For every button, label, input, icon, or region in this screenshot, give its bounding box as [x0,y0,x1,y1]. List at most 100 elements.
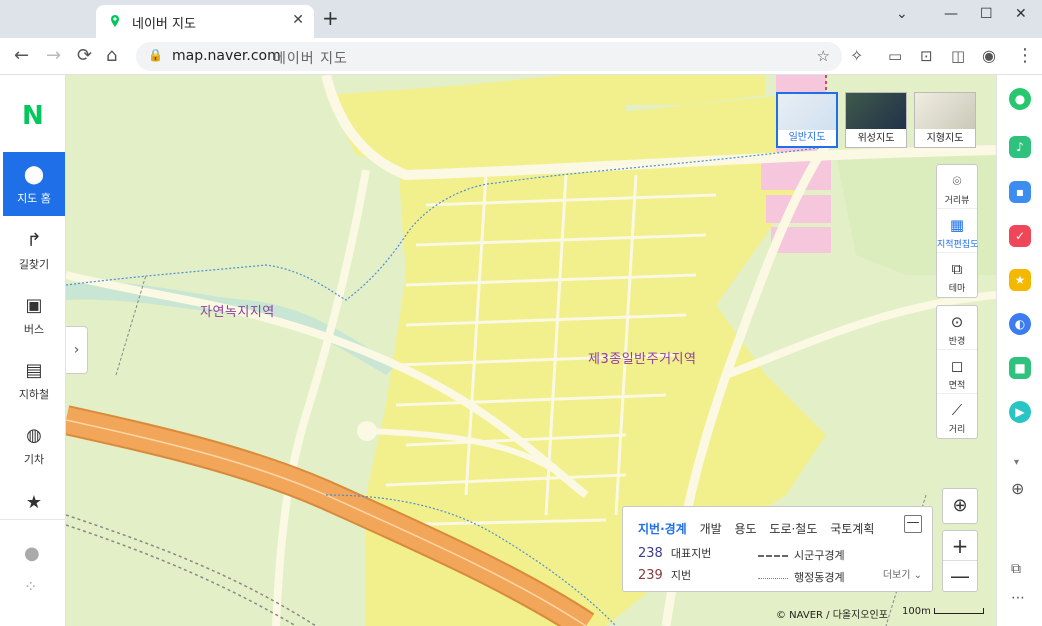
star-icon: ★ [25,492,43,513]
legend-number: 238 [638,546,663,561]
map-type-label: 위성지도 [857,133,895,144]
browser-tab[interactable]: 네이버 지도 ✕ [96,5,314,38]
nav-item-map-home[interactable]: ⬤ 지도 홈 [3,152,65,216]
map-canvas[interactable]: 자연녹지지역 제3종일반주거지역 일반지도 위성지도 지형지도 ⌾ 거리뷰 ▦ [66,75,996,626]
screenshot-icon[interactable]: ⊡ [920,46,933,66]
nav-item-favorites[interactable]: ★ [3,480,65,520]
legend-tabs: 지번·경계 개발 용도 도로·철도 국토계획 [638,520,883,537]
close-window-button[interactable]: ✕ [1015,6,1027,22]
map-attribution[interactable]: © NAVER / 다올지오인포 [776,606,888,621]
legend-tab-development[interactable]: 개발 [700,522,722,536]
tool-label: 지적편집도 [937,240,979,250]
more-options-icon[interactable]: ⋯ [1011,590,1025,606]
new-tab-button[interactable]: + [322,8,339,28]
dotted-line-swatch [758,577,788,579]
zone-label-residential: 제3종일반주거지역 [588,352,697,367]
map-layer-tools: ⌾ 거리뷰 ▦ 지적편집도 ⧉ 테마 [936,164,978,298]
bookmark-star-icon[interactable]: ☆ [817,47,830,65]
pocket-icon[interactable]: ✓ [1009,225,1031,247]
theme-icon: ⧉ [951,260,963,278]
back-icon[interactable]: ← [14,46,29,66]
nav-item-bus[interactable]: ▣ 버스 [3,283,65,347]
legend-row-lot: 239 지번 [638,567,691,583]
cadastral-icon: ▦ [949,216,965,234]
nav-label: 길찾기 [18,258,50,271]
map-measure-tools: ⊙ 반경 ◻ 면적 ⟋ 거리 [936,305,978,439]
extensions-icon[interactable]: ✧ [850,46,863,66]
nav-item-train[interactable]: ◍ 기차 [3,413,65,477]
legend-tab-road-rail[interactable]: 도로·철도 [769,522,817,536]
ruler-icon: ⟋ [951,401,963,419]
cadastral-legend-panel: 지번·경계 개발 용도 도로·철도 국토계획 — 238 대표지번 239 지번 시… [622,506,933,592]
maximize-button[interactable]: ☐ [980,6,993,22]
minimize-button[interactable]: — [944,6,958,22]
split-view-icon[interactable]: ◫ [951,46,965,66]
nav-label: 기차 [23,453,45,466]
legend-more-button[interactable]: 더보기 ⌄ [883,566,922,581]
current-location-button[interactable]: ⊕ [942,488,978,524]
tool-area[interactable]: ◻ 면적 [937,350,977,394]
tool-label: 테마 [948,284,966,294]
user-icon[interactable]: ● [24,543,40,564]
train-icon: ◍ [26,425,42,446]
legend-row-main-lot: 238 대표지번 [638,545,711,561]
legend-label: 지번 [670,569,692,582]
scale-label: 100m [902,606,931,617]
tool-radius[interactable]: ⊙ 반경 [937,306,977,350]
chevron-down-icon[interactable]: ▾ [1014,457,1019,468]
legend-tab-use[interactable]: 용도 [734,522,756,536]
forward-icon[interactable]: → [46,46,61,66]
map-type-terrain[interactable]: 지형지도 [914,92,976,148]
legend-minimize-button[interactable]: — [904,515,922,533]
legend-number: 239 [638,568,663,583]
briefcase-icon[interactable]: ▪ [1009,181,1031,203]
memo-icon[interactable]: ■ [1009,357,1031,379]
zoom-out-button[interactable]: — [943,561,977,591]
url-text: map.naver.com [172,48,281,64]
nav-item-directions[interactable]: ↱ 길찾기 [3,218,65,282]
zoom-in-button[interactable]: + [943,531,977,561]
legend-line-district: 시군구경계 [758,547,845,563]
tab-list-icon[interactable]: ⌄ [896,6,908,22]
tool-label: 반경 [948,337,966,347]
crosshair-icon: ⊕ [952,495,968,516]
favorites-star-icon[interactable]: ★ [1009,269,1031,291]
video-play-icon[interactable]: ▶ [1009,401,1031,423]
tool-street-view[interactable]: ⌾ 거리뷰 [937,165,977,209]
tool-label: 거리뷰 [944,196,970,206]
lock-icon: 🔒 [148,48,163,62]
naver-logo[interactable]: N [22,101,44,131]
tab-close-icon[interactable]: ✕ [292,12,304,28]
papago-icon[interactable]: ◐ [1009,313,1031,335]
dashed-line-swatch [758,555,788,557]
popout-icon[interactable]: ⧉ [1011,561,1021,577]
nav-label: 지도 홈 [17,192,51,205]
browser-side-panel: ● ♪ ▪ ✓ ★ ◐ ■ ▶ ▾ ⊕ ⧉ ⋯ [996,75,1042,626]
satellite-map-thumbnail [846,93,906,129]
naver-whale-icon[interactable]: ● [1009,88,1031,110]
directions-icon: ↱ [26,230,42,251]
address-bar[interactable]: 🔒 map.naver.com 네이버 지도 ☆ [136,42,842,71]
menu-icon[interactable]: ⋮ [1016,46,1034,66]
panel-expand-button[interactable]: › [66,326,88,374]
tool-label: 면적 [948,381,966,391]
map-type-satellite[interactable]: 위성지도 [845,92,907,148]
map-pin-icon: ⬤ [23,164,45,185]
tool-distance[interactable]: ⟋ 거리 [937,394,977,438]
profile-icon[interactable]: ◉ [982,46,996,66]
home-icon[interactable]: ⌂ [106,46,117,66]
legend-tab-lot-boundary[interactable]: 지번·경계 [638,522,687,536]
browser-toolbar: ← → ⟳ ⌂ 🔒 map.naver.com 네이버 지도 ☆ ✧ ▭ ⊡ ◫… [0,38,1042,75]
nav-item-subway[interactable]: ▤ 지하철 [3,348,65,412]
tool-theme[interactable]: ⧉ 테마 [937,253,977,297]
notification-bell-icon[interactable]: ♪ [1009,136,1031,158]
add-panel-icon[interactable]: ⊕ [1011,479,1024,498]
legend-tab-land-planning[interactable]: 국토계획 [830,522,874,536]
scale-bar-line [933,608,984,614]
media-icon[interactable]: ▭ [888,46,902,66]
apps-grid-icon[interactable]: ⁘ [24,577,37,596]
tab-title: 네이버 지도 [132,17,196,32]
reload-icon[interactable]: ⟳ [77,46,92,66]
map-type-general[interactable]: 일반지도 [776,92,838,148]
tool-cadastral-map[interactable]: ▦ 지적편집도 [937,209,979,253]
